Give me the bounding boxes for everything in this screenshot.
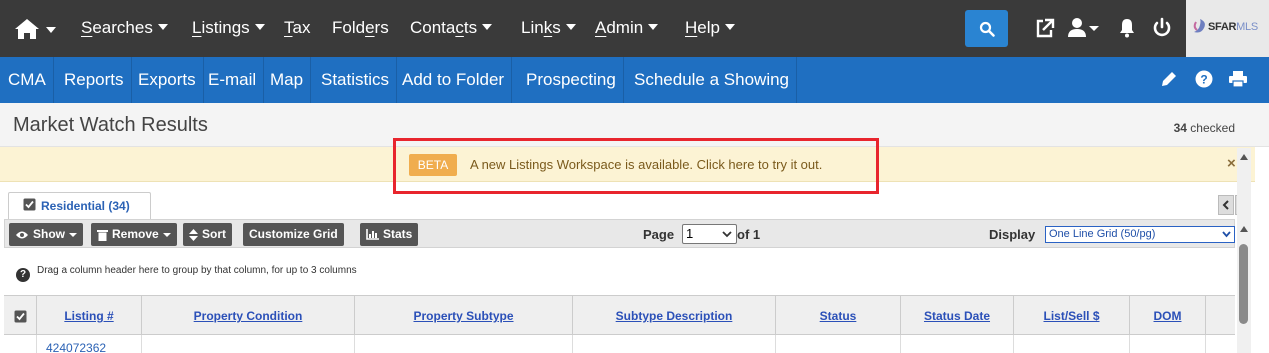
tab-residential[interactable]: Residential (34) — [8, 192, 151, 219]
show-button[interactable]: Show — [9, 223, 83, 246]
search-button[interactable] — [965, 10, 1008, 47]
scrollbar-thumb[interactable] — [1239, 244, 1248, 324]
nav-searches[interactable]: Searches — [81, 18, 168, 38]
column-header-status[interactable]: Status — [776, 296, 901, 336]
eye-icon — [16, 231, 28, 238]
chevron-down-icon — [254, 23, 265, 30]
close-icon[interactable]: × — [1227, 155, 1236, 172]
scroll-up-icon[interactable] — [1240, 154, 1248, 160]
tab-label: Residential (34) — [41, 199, 130, 213]
vertical-scrollbar[interactable] — [1237, 148, 1251, 353]
checked-count: 34 checked — [1173, 121, 1235, 135]
pencil-icon[interactable] — [1160, 70, 1178, 88]
select-all-cell — [4, 296, 37, 336]
action-prospecting[interactable]: Prospecting — [519, 57, 624, 103]
power-icon[interactable] — [1152, 17, 1172, 39]
home-menu[interactable] — [14, 17, 56, 46]
chevron-down-icon — [722, 231, 732, 238]
column-header-dom[interactable]: DOM — [1130, 296, 1206, 336]
table-row[interactable]: 424072362 — [4, 335, 1235, 353]
remove-button[interactable]: Remove — [91, 223, 177, 246]
svg-text:?: ? — [1200, 73, 1207, 87]
page-count: of 1 — [737, 227, 761, 242]
nav-help[interactable]: Help — [685, 18, 735, 38]
nav-folders[interactable]: Folders — [332, 18, 389, 38]
action-map[interactable]: Map — [263, 57, 312, 103]
listing-number-link[interactable]: 424072362 — [46, 341, 106, 353]
nav-admin[interactable]: Admin — [595, 18, 659, 38]
chevron-down-icon — [724, 23, 735, 30]
stats-button[interactable]: Stats — [360, 223, 419, 246]
grid-toolbar: Show Remove Sort Customize Grid Stats Pa… — [4, 219, 1235, 248]
nav-contacts[interactable]: Contacts — [410, 18, 493, 38]
page-select[interactable]: 1 — [682, 224, 737, 244]
chevron-down-icon — [482, 23, 493, 30]
action-statistics[interactable]: Statistics — [314, 57, 398, 103]
print-icon[interactable] — [1228, 70, 1248, 88]
chevron-left-icon — [1222, 200, 1229, 210]
highlight-annotation — [393, 138, 879, 194]
sort-button[interactable]: Sort — [183, 223, 232, 246]
sfar-mls-logo: SFARMLS — [1186, 0, 1269, 57]
page-label: Page — [643, 227, 675, 242]
chevron-down-icon — [157, 23, 168, 30]
customize-grid-button[interactable]: Customize Grid — [243, 223, 344, 246]
checkbox-checked-icon[interactable] — [14, 310, 27, 323]
nav-listings[interactable]: Listings — [192, 18, 265, 38]
grid-header: Listing # Property Condition Property Su… — [4, 295, 1235, 336]
external-link-icon[interactable] — [1035, 17, 1055, 39]
search-icon — [979, 21, 995, 37]
home-icon — [15, 19, 56, 39]
checkbox-checked-icon[interactable] — [23, 198, 36, 211]
column-header-property-condition[interactable]: Property Condition — [142, 296, 355, 336]
sort-icon — [189, 228, 198, 241]
column-header-subtype-description[interactable]: Subtype Description — [573, 296, 776, 336]
trash-icon — [97, 229, 108, 241]
action-schedule-showing[interactable]: Schedule a Showing — [627, 57, 798, 103]
help-circle-icon[interactable]: ? — [1195, 70, 1213, 88]
top-navigation-bar: Searches Listings Tax Folders Contacts L… — [0, 0, 1269, 57]
action-cma[interactable]: CMA — [1, 57, 54, 103]
bell-icon[interactable] — [1118, 17, 1136, 39]
bar-chart-icon — [366, 229, 379, 240]
logo-swirl-icon — [1193, 19, 1205, 33]
action-exports[interactable]: Exports — [131, 57, 204, 103]
chevron-down-icon — [648, 23, 659, 30]
column-header-list-sell-price[interactable]: List/Sell $ — [1014, 296, 1130, 336]
column-header-property-subtype[interactable]: Property Subtype — [355, 296, 573, 336]
column-header-status-date[interactable]: Status Date — [901, 296, 1014, 336]
group-drop-area[interactable]: ? Drag a column header here to group by … — [4, 248, 1235, 295]
group-hint-text: Drag a column header here to group by th… — [37, 265, 357, 276]
chevron-down-icon — [162, 232, 171, 237]
tab-scroll-left[interactable] — [1218, 195, 1234, 215]
action-email[interactable]: E-mail — [201, 57, 265, 103]
chevron-down-icon — [1222, 231, 1231, 238]
display-select[interactable]: One Line Grid (50/pg) — [1045, 226, 1235, 243]
page-title: Market Watch Results — [13, 114, 208, 136]
action-add-to-folder[interactable]: Add to Folder — [395, 57, 513, 103]
action-bar: CMA Reports Exports E-mail Map Statistic… — [0, 57, 1269, 103]
nav-links[interactable]: Links — [521, 18, 576, 38]
column-header-listing[interactable]: Listing # — [37, 296, 142, 336]
scroll-up-icon[interactable] — [1240, 226, 1248, 232]
display-label: Display — [989, 227, 1036, 242]
action-reports[interactable]: Reports — [57, 57, 132, 103]
chevron-down-icon — [565, 23, 576, 30]
chevron-down-icon — [69, 232, 77, 237]
nav-tax[interactable]: Tax — [284, 18, 310, 38]
help-icon: ? — [16, 268, 30, 282]
user-menu-icon[interactable] — [1068, 17, 1102, 39]
